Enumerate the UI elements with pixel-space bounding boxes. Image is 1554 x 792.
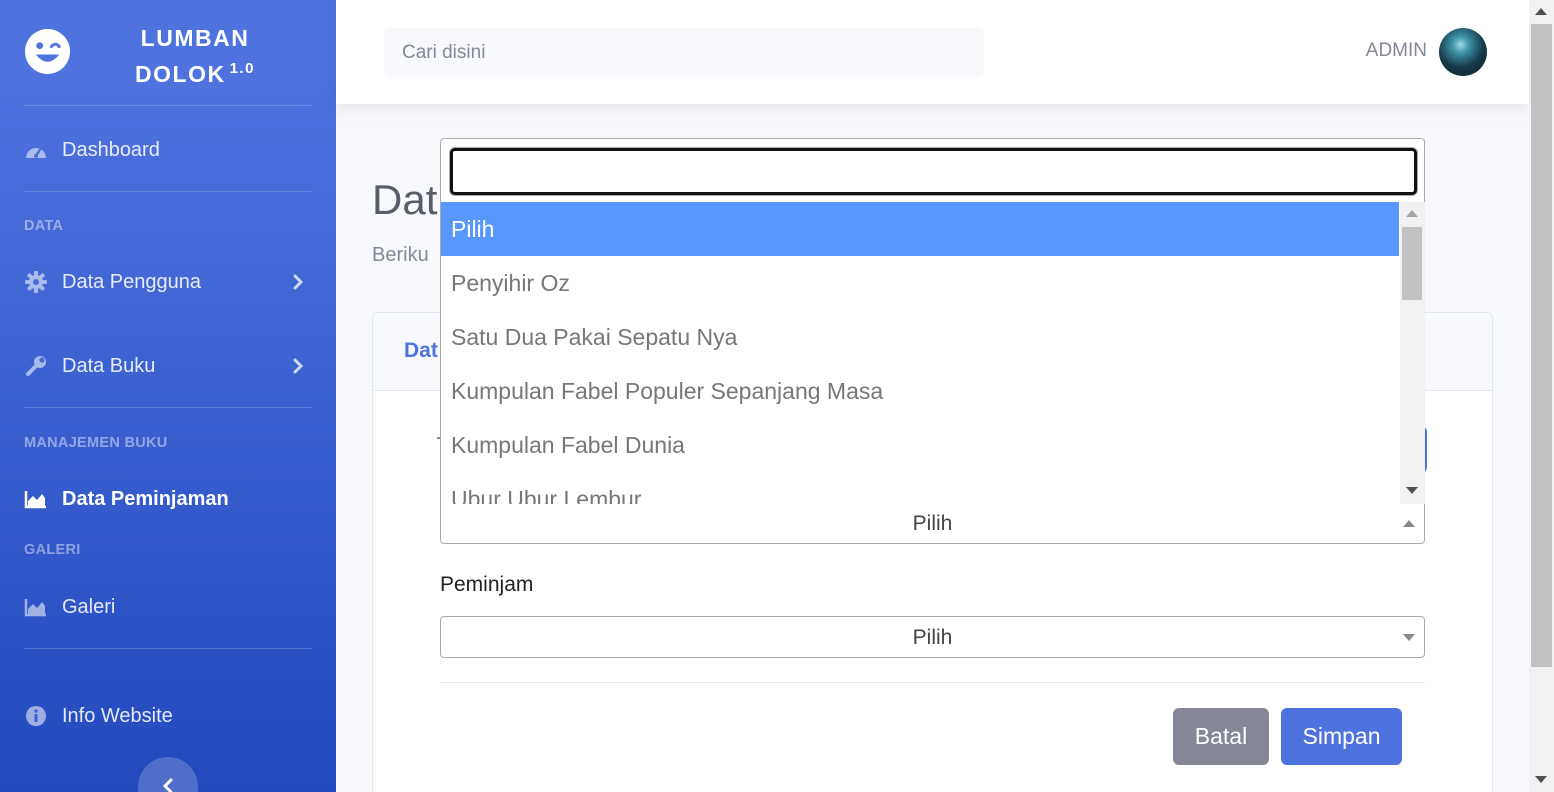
scroll-up-icon[interactable] bbox=[1535, 8, 1547, 15]
tachometer-icon bbox=[24, 140, 48, 160]
scroll-down-icon[interactable] bbox=[1406, 487, 1418, 494]
book-select-dropdown: Pilih Penyihir Oz Satu Dua Pakai Sepatu … bbox=[440, 138, 1425, 504]
sidebar-item-label: Data Peminjaman bbox=[62, 487, 229, 510]
card-title: Dat bbox=[404, 339, 438, 362]
borrower-select-value: Pilih bbox=[912, 626, 953, 649]
area-chart-icon bbox=[24, 489, 48, 509]
area-chart-icon bbox=[24, 597, 48, 617]
dropdown-option[interactable]: Kumpulan Fabel Dunia bbox=[441, 418, 1399, 472]
info-circle-icon bbox=[24, 706, 48, 726]
dropdown-search-input[interactable] bbox=[450, 148, 1417, 195]
dropdown-options: Pilih Penyihir Oz Satu Dua Pakai Sepatu … bbox=[441, 202, 1399, 504]
page-scrollbar[interactable] bbox=[1529, 0, 1554, 792]
search-input[interactable] bbox=[384, 28, 984, 77]
dropdown-option[interactable]: Satu Dua Pakai Sepatu Nya bbox=[441, 310, 1399, 364]
brand[interactable]: LUMBAN DOLOK 1.0 bbox=[0, 0, 336, 104]
dropdown-scroll-thumb[interactable] bbox=[1402, 227, 1422, 300]
brand-name: LUMBAN DOLOK 1.0 bbox=[100, 20, 290, 96]
sidebar-item-data-pengguna[interactable]: Data Pengguna bbox=[0, 259, 336, 305]
sidebar-divider bbox=[24, 191, 312, 192]
sidebar-item-label: Galeri bbox=[62, 595, 116, 618]
dropdown-option[interactable]: Kumpulan Fabel Populer Sepanjang Masa bbox=[441, 364, 1399, 418]
page-scroll-thumb[interactable] bbox=[1531, 24, 1552, 667]
dropdown-scrollbar[interactable] bbox=[1400, 202, 1425, 504]
book-select-value: Pilih bbox=[912, 512, 953, 535]
sidebar-item-dashboard[interactable]: Dashboard bbox=[0, 127, 336, 173]
chevron-up-icon bbox=[1403, 520, 1415, 527]
page-description: Beriku bbox=[372, 244, 429, 266]
brand-line-2: DOLOK bbox=[135, 61, 226, 87]
chevron-left-icon bbox=[162, 778, 173, 792]
topbar: ADMIN bbox=[336, 0, 1529, 104]
brand-line-1: LUMBAN bbox=[140, 25, 250, 51]
sidebar-item-label: Data Pengguna bbox=[62, 270, 202, 293]
borrower-select[interactable]: Pilih bbox=[440, 616, 1425, 658]
sidebar-item-data-peminjaman[interactable]: Data Peminjaman bbox=[0, 476, 336, 522]
dropdown-option[interactable]: Penyihir Oz bbox=[441, 256, 1399, 310]
scroll-down-icon[interactable] bbox=[1535, 776, 1547, 783]
laugh-wink-icon bbox=[24, 28, 71, 75]
sidebar-toggle-button[interactable] bbox=[138, 757, 198, 792]
sidebar-divider bbox=[24, 105, 312, 106]
sidebar-item-info-website[interactable]: Info Website bbox=[0, 693, 336, 739]
cancel-button[interactable]: Batal bbox=[1173, 708, 1269, 765]
form-divider bbox=[440, 682, 1425, 683]
sidebar-item-label: Dashboard bbox=[62, 138, 160, 161]
user-name[interactable]: ADMIN bbox=[1366, 40, 1427, 62]
sidebar-item-data-buku[interactable]: Data Buku bbox=[0, 343, 336, 389]
borrower-label: Peminjam bbox=[440, 573, 534, 596]
dropdown-option[interactable]: Ubur Ubur Lembur bbox=[441, 472, 1399, 504]
chevron-down-icon bbox=[1403, 634, 1415, 641]
dropdown-option[interactable]: Pilih bbox=[441, 202, 1399, 256]
sidebar-divider bbox=[24, 648, 312, 649]
scroll-up-icon[interactable] bbox=[1406, 210, 1418, 217]
chevron-right-icon bbox=[293, 358, 304, 374]
book-select[interactable]: Pilih bbox=[440, 502, 1425, 544]
sidebar-item-label: Data Buku bbox=[62, 354, 156, 377]
sidebar-item-label: Info Website bbox=[62, 704, 173, 727]
chevron-right-icon bbox=[293, 274, 304, 290]
cog-icon bbox=[24, 271, 48, 293]
sidebar-heading-data: DATA bbox=[24, 218, 64, 234]
page-title: Dat bbox=[372, 176, 438, 223]
sidebar-item-galeri[interactable]: Galeri bbox=[0, 584, 336, 630]
sidebar-divider bbox=[24, 407, 312, 408]
wrench-icon bbox=[24, 356, 48, 376]
sidebar-heading-galeri: GALERI bbox=[24, 542, 81, 558]
brand-version: 1.0 bbox=[229, 60, 255, 77]
save-button[interactable]: Simpan bbox=[1281, 708, 1402, 765]
sidebar-heading-manajemen-buku: MANAJEMEN BUKU bbox=[24, 435, 168, 451]
avatar[interactable] bbox=[1439, 28, 1487, 76]
sidebar: LUMBAN DOLOK 1.0 Dashboard DATA Data Peng… bbox=[0, 0, 336, 792]
